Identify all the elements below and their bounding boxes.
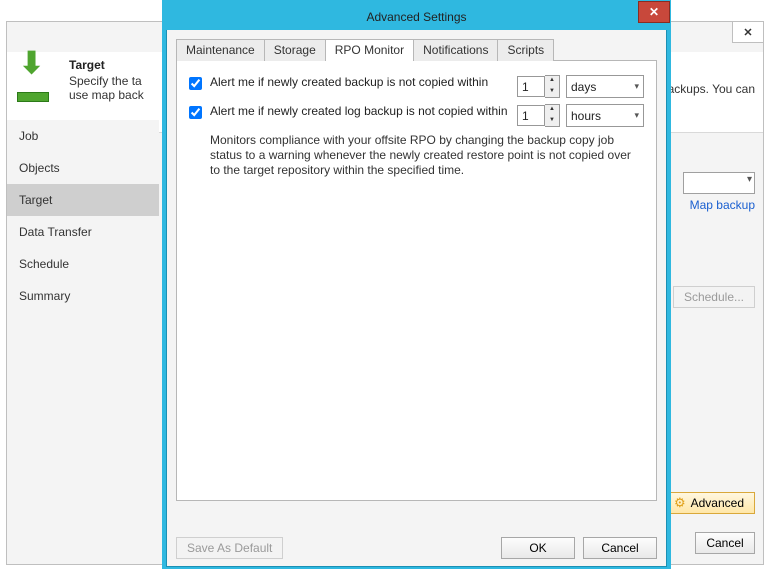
close-icon: ✕: [743, 26, 752, 39]
schedule-button[interactable]: Schedule...: [673, 286, 755, 308]
alert-backup-label: Alert me if newly created backup is not …: [210, 75, 509, 90]
tab-panel-rpo-monitor: Alert me if newly created backup is not …: [176, 61, 657, 501]
tabstrip: Maintenance Storage RPO Monitor Notifica…: [176, 38, 657, 61]
alert-backup-spinner[interactable]: ▲▼: [545, 75, 560, 98]
map-backup-link[interactable]: Map backup: [690, 198, 755, 212]
header-text-fragment: backups. You can: [661, 82, 755, 96]
tab-notifications[interactable]: Notifications: [413, 39, 498, 61]
repository-dropdown[interactable]: [683, 172, 755, 194]
alert-log-backup-spinner[interactable]: ▲▼: [545, 104, 560, 127]
alert-log-backup-checkbox[interactable]: [189, 106, 202, 119]
tab-maintenance[interactable]: Maintenance: [176, 39, 265, 61]
sidebar-step-schedule[interactable]: Schedule: [7, 248, 159, 280]
sidebar-step-target[interactable]: Target: [7, 184, 159, 216]
close-icon: ✕: [649, 5, 659, 19]
target-icon: ⬇: [17, 58, 61, 102]
save-as-default-button[interactable]: Save As Default: [176, 537, 283, 559]
tab-storage[interactable]: Storage: [264, 39, 326, 61]
sidebar-step-data-transfer[interactable]: Data Transfer: [7, 216, 159, 248]
sidebar-step-summary[interactable]: Summary: [7, 280, 159, 312]
alert-log-backup-unit-select[interactable]: hours: [566, 104, 644, 127]
advanced-button-label: Advanced: [691, 496, 744, 510]
alert-log-backup-label: Alert me if newly created log backup is …: [210, 104, 509, 119]
cancel-button[interactable]: Cancel: [583, 537, 657, 559]
gear-icon: ⚙: [674, 495, 686, 511]
ok-button[interactable]: OK: [501, 537, 575, 559]
window-close-button[interactable]: ✕: [732, 21, 764, 43]
chevron-down-icon: ▼: [545, 116, 559, 127]
chevron-up-icon: ▲: [545, 105, 559, 116]
sidebar-step-job[interactable]: Job: [7, 120, 159, 152]
dialog-titlebar: Advanced Settings ✕: [166, 4, 667, 30]
dialog-close-button[interactable]: ✕: [638, 1, 670, 23]
alert-backup-checkbox[interactable]: [189, 77, 202, 90]
sidebar-step-objects[interactable]: Objects: [7, 152, 159, 184]
page-title: Target: [69, 58, 144, 72]
advanced-settings-dialog: Advanced Settings ✕ Maintenance Storage …: [162, 0, 671, 569]
tab-scripts[interactable]: Scripts: [497, 39, 554, 61]
chevron-down-icon: ▼: [545, 87, 559, 98]
alert-backup-unit-select[interactable]: days: [566, 75, 644, 98]
alert-log-backup-value-input[interactable]: 1: [517, 105, 545, 126]
wizard-cancel-button[interactable]: Cancel: [695, 532, 755, 554]
dialog-title: Advanced Settings: [366, 10, 466, 24]
alert-backup-value-input[interactable]: 1: [517, 76, 545, 97]
tab-rpo-monitor[interactable]: RPO Monitor: [325, 39, 414, 61]
page-subtitle: Specify the ta use map back: [69, 74, 144, 102]
advanced-button[interactable]: ⚙ Advanced: [663, 492, 755, 514]
wizard-steps-sidebar: Job Objects Target Data Transfer Schedul…: [7, 120, 159, 564]
rpo-description: Monitors compliance with your offsite RP…: [210, 133, 644, 178]
chevron-up-icon: ▲: [545, 76, 559, 87]
